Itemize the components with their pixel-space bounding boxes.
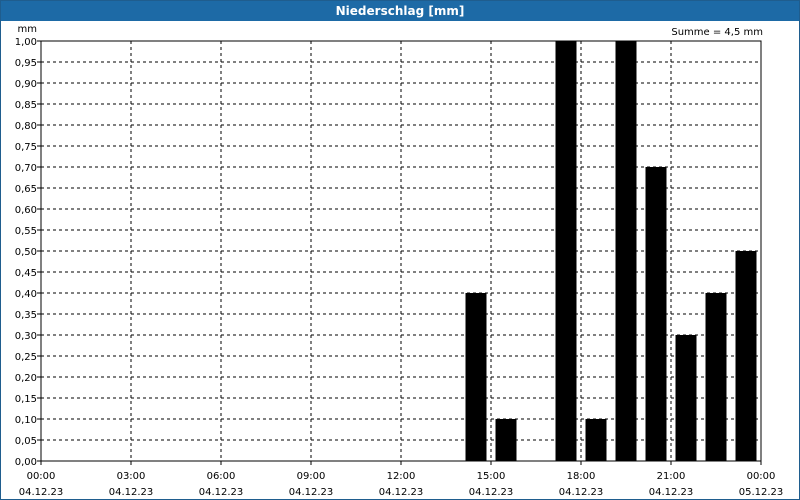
y-tick-label: 1,00 [15,37,37,48]
y-axis-label: mm [18,24,37,35]
y-tick-label: 0,65 [15,184,37,195]
y-tick-label: 0,30 [15,331,37,342]
x-tick-date: 04.12.23 [19,487,64,498]
y-tick-label: 0,45 [15,268,37,279]
x-tick-date: 04.12.23 [559,487,604,498]
y-tick-label: 0,15 [15,394,37,405]
x-tick-date: 04.12.23 [289,487,334,498]
y-tick-label: 0,75 [15,142,37,153]
y-tick-label: 0,70 [15,163,37,174]
precipitation-chart: 0,00 0,05 0,10 0,15 0,20 0,25 0,30 0,35 0,40 0,45… [15,24,784,498]
precipitation-bar [675,335,697,461]
y-tick-label: 0,40 [15,289,37,300]
y-tick-label: 0,95 [15,58,37,69]
y-tick-label: 0,80 [15,121,37,132]
x-tick-date: 04.12.23 [379,487,424,498]
precipitation-bar [555,41,577,461]
x-tick-date: 05.12.23 [739,487,784,498]
y-tick-label: 0,55 [15,226,37,237]
y-tick-label: 0,00 [15,457,37,468]
x-tick-time: 18:00 [567,471,596,482]
x-tick-time: 12:00 [387,471,416,482]
x-tick-time: 15:00 [477,471,506,482]
precipitation-bar [465,293,487,461]
x-tick-time: 09:00 [297,471,326,482]
precipitation-bar [735,251,757,461]
precipitation-bar [585,419,607,461]
y-tick-label: 0,90 [15,79,37,90]
x-tick-time: 21:00 [657,471,686,482]
x-tick-time: 03:00 [117,471,146,482]
y-tick-label: 0,85 [15,100,37,111]
precipitation-bar [645,167,667,461]
y-tick-label: 0,35 [15,310,37,321]
y-tick-label: 0,50 [15,247,37,258]
x-tick-date: 04.12.23 [469,487,514,498]
x-tick-time: 00:00 [747,471,776,482]
precipitation-bar [705,293,727,461]
x-tick-date: 04.12.23 [649,487,694,498]
x-tick-time: 06:00 [207,471,236,482]
y-tick-label: 0,25 [15,352,37,363]
precipitation-bar [495,419,517,461]
y-tick-label: 0,20 [15,373,37,384]
x-tick-date: 04.12.23 [109,487,154,498]
x-tick-date: 04.12.23 [199,487,244,498]
y-tick-label: 0,10 [15,415,37,426]
precipitation-bar [615,41,637,461]
y-tick-label: 0,05 [15,436,37,447]
chart-window: Niederschlag [mm] Summe = 4,5 mm 0,00 0,0… [0,0,800,500]
y-tick-label: 0,60 [15,205,37,216]
x-tick-time: 00:00 [27,471,56,482]
